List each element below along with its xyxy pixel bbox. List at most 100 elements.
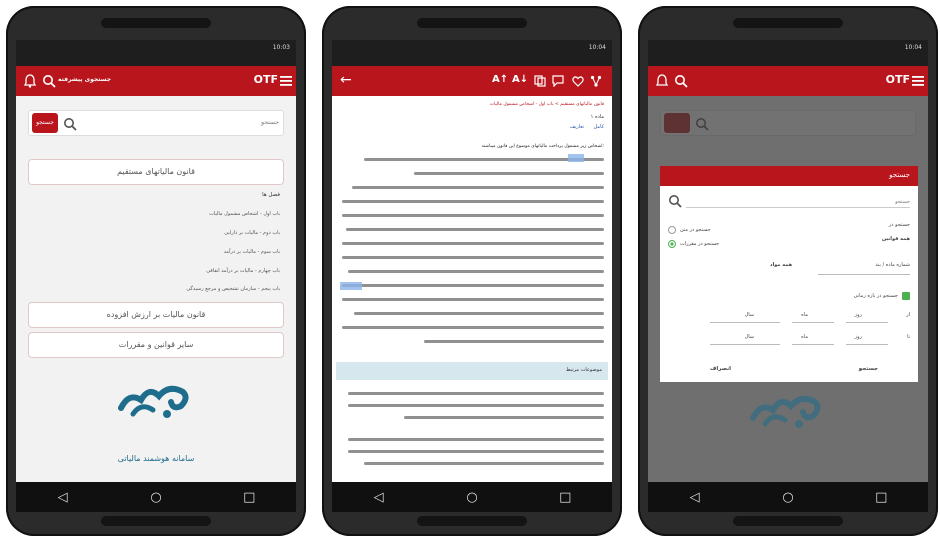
list-item[interactable]: باب دوم - مالیات بر دارایی xyxy=(224,230,280,236)
dialog-title: جستجو xyxy=(889,171,910,179)
card-other-laws[interactable]: سایر قوانین و مقررات xyxy=(28,332,284,358)
comment-icon[interactable] xyxy=(552,75,564,87)
date-range-checkbox[interactable] xyxy=(902,292,910,300)
to-year-field[interactable] xyxy=(710,344,780,345)
to-month[interactable]: ماه xyxy=(801,334,808,340)
article-label: ماده ۱ xyxy=(590,114,604,120)
screen-search-dialog: 10:04 OTF جستجو جستجو در همه قوانین جستج… xyxy=(648,40,928,482)
search-icon xyxy=(669,195,682,208)
search-icon[interactable] xyxy=(42,74,56,88)
speaker-grille xyxy=(417,516,527,526)
search-icon xyxy=(64,118,77,131)
advanced-search-title[interactable]: جستجوی پیشرفته xyxy=(58,76,111,83)
recents-icon[interactable]: □ xyxy=(545,490,585,505)
tab-definitions[interactable]: تعاریف xyxy=(570,124,584,130)
list-item[interactable]: باب چهارم - مالیات بر درآمد اتفاقی xyxy=(206,268,280,274)
to-month-field[interactable] xyxy=(792,344,834,345)
text-line xyxy=(348,438,604,441)
home-icon[interactable]: ○ xyxy=(452,490,492,505)
back-icon[interactable]: ◁ xyxy=(359,490,399,505)
brand-logo xyxy=(118,385,189,418)
speaker-grille xyxy=(733,516,843,526)
back-arrow-icon[interactable]: ← xyxy=(340,72,352,88)
app-logo: OTF xyxy=(253,73,278,86)
text-line xyxy=(348,392,604,395)
font-size-increase-icon[interactable]: A↑ xyxy=(492,74,508,85)
status-time: 10:04 xyxy=(904,44,922,51)
font-size-decrease-icon[interactable]: A↓ xyxy=(512,74,528,85)
list-item[interactable]: باب سوم - مالیات بر درآمد xyxy=(224,249,280,255)
logo-caption: سامانه هوشمند مالیاتی xyxy=(117,454,195,463)
article-number-field[interactable] xyxy=(818,274,910,275)
app-bar: OTF xyxy=(648,66,928,96)
share-icon[interactable] xyxy=(590,75,602,87)
tab-full[interactable]: کامل xyxy=(594,124,604,130)
dialog-search-input[interactable] xyxy=(686,196,910,208)
card-direct-tax-law[interactable]: قانون مالیاتهای مستقیم xyxy=(28,159,284,185)
from-day-field[interactable] xyxy=(846,322,888,323)
text-line xyxy=(424,340,604,343)
dialog-search-button[interactable]: جستجو xyxy=(859,366,878,372)
menu-icon[interactable] xyxy=(280,75,292,87)
home-icon[interactable]: ○ xyxy=(768,490,808,505)
heart-icon[interactable] xyxy=(572,75,584,87)
text-line xyxy=(354,312,604,315)
radio-text[interactable] xyxy=(668,226,676,234)
android-nav-bar: ◁ ○ □ xyxy=(648,482,928,512)
all-laws-select[interactable]: همه قوانین xyxy=(882,236,910,242)
menu-icon[interactable] xyxy=(912,75,924,87)
radio-label: جستجو در متن xyxy=(680,227,711,233)
search-icon[interactable] xyxy=(674,74,688,88)
to-day[interactable]: روز xyxy=(855,334,862,340)
highlighted-term xyxy=(340,282,362,290)
text-line xyxy=(348,270,604,273)
list-item[interactable]: باب اول - اشخاص مشمول مالیات xyxy=(209,211,280,217)
card-vat-law[interactable]: قانون مالیات بر ارزش افزوده xyxy=(28,302,284,328)
copy-icon[interactable] xyxy=(534,75,546,87)
article-intro: اشخاص زیر مشمول پرداخت مالیاتهای موضوع ا… xyxy=(481,144,604,149)
to-year[interactable]: سال xyxy=(745,334,754,340)
text-line xyxy=(342,298,604,301)
phone-1: 10:03 جستجوی پیشرفته OTF جستجو قانون مال… xyxy=(6,6,306,536)
search-input[interactable] xyxy=(83,115,279,131)
status-bar: 10:04 xyxy=(332,40,612,66)
phone-3: 10:04 OTF جستجو جستجو در همه قوانین جستج… xyxy=(638,6,938,536)
speaker-grille xyxy=(101,516,211,526)
card-label: قانون مالیاتهای مستقیم xyxy=(117,167,195,176)
text-line xyxy=(342,214,604,217)
home-icon[interactable]: ○ xyxy=(136,490,176,505)
text-line xyxy=(352,186,604,189)
from-month-field[interactable] xyxy=(792,322,834,323)
screen-article: 10:04 ← A↑ A↓ قانون مالیاتهای مستقیم > ب… xyxy=(332,40,612,482)
speaker-grille xyxy=(417,18,527,28)
to-label: تا xyxy=(907,334,910,340)
recents-icon[interactable]: □ xyxy=(861,490,901,505)
radio-label: جستجو در مقررات xyxy=(680,241,720,247)
from-month[interactable]: ماه xyxy=(801,312,808,318)
from-year[interactable]: سال xyxy=(745,312,754,318)
related-topics-header: موضوعات مرتبط xyxy=(336,362,608,380)
back-icon[interactable]: ◁ xyxy=(675,490,715,505)
status-bar: 10:03 xyxy=(16,40,296,66)
to-day-field[interactable] xyxy=(846,344,888,345)
breadcrumb[interactable]: قانون مالیاتهای مستقیم > باب اول - اشخاص… xyxy=(490,102,604,107)
radio-regulations[interactable] xyxy=(668,240,676,248)
search-button[interactable]: جستجو xyxy=(32,113,58,133)
all-articles-select[interactable]: همه مواد xyxy=(770,262,792,268)
back-icon[interactable]: ◁ xyxy=(43,490,83,505)
from-day[interactable]: روز xyxy=(855,312,862,318)
app-bar: ← A↑ A↓ xyxy=(332,66,612,96)
section-title: فصل ها xyxy=(262,192,280,198)
list-item[interactable]: باب پنجم - سازمان تشخیص و مرجع رسیدگی xyxy=(186,286,280,292)
bell-icon[interactable] xyxy=(656,74,668,88)
text-line xyxy=(342,242,604,245)
text-line xyxy=(342,326,604,329)
android-nav-bar: ◁ ○ □ xyxy=(16,482,296,512)
text-line xyxy=(364,462,604,465)
dialog-cancel-button[interactable]: انصراف xyxy=(710,366,731,372)
recents-icon[interactable]: □ xyxy=(229,490,269,505)
text-line xyxy=(404,416,604,419)
bell-icon[interactable] xyxy=(24,74,36,88)
from-year-field[interactable] xyxy=(710,322,780,323)
search-in-label: جستجو در xyxy=(888,222,910,228)
